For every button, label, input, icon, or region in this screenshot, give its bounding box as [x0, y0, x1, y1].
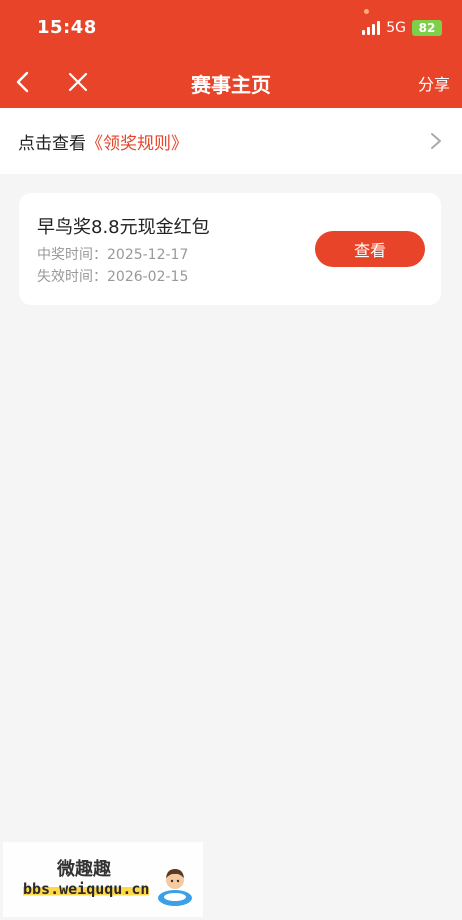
win-time-label: 中奖时间：	[37, 247, 107, 263]
mascot-icon	[158, 869, 192, 906]
privacy-indicator-dot	[364, 9, 369, 14]
win-time-value: 2025-12-17	[107, 247, 189, 263]
rules-text: 点击查看《领奖规则》	[18, 129, 188, 154]
page-title: 赛事主页	[191, 73, 271, 97]
network-type: 5G	[386, 20, 406, 36]
prize-title: 早鸟奖8.8元现金红包	[37, 217, 210, 238]
signal-icon	[362, 21, 381, 35]
view-button[interactable]: 查看	[315, 231, 425, 267]
status-icons: 5G 82	[362, 20, 442, 36]
expire-time-label: 失效时间：	[37, 269, 107, 285]
win-time: 中奖时间：2025-12-17	[37, 244, 188, 264]
header: 15:48 5G 82 赛事主页 分享	[0, 0, 462, 108]
watermark-title: 微趣趣	[57, 859, 111, 880]
watermark-url: bbs.weiququ.cn	[23, 880, 150, 898]
rules-link[interactable]: 《领奖规则》	[86, 134, 188, 154]
status-time: 15:48	[37, 17, 97, 38]
expire-time-value: 2026-02-15	[107, 269, 189, 285]
rules-link-row[interactable]: 点击查看《领奖规则》	[0, 108, 462, 174]
expire-time: 失效时间：2026-02-15	[37, 266, 188, 286]
battery-icon: 82	[412, 20, 442, 36]
rules-prefix: 点击查看	[18, 134, 86, 154]
chevron-right-icon	[431, 133, 441, 149]
watermark: 微趣趣 bbs.weiququ.cn	[3, 842, 203, 917]
share-button[interactable]: 分享	[418, 71, 450, 95]
prize-card: 早鸟奖8.8元现金红包 中奖时间：2025-12-17 失效时间：2026-02…	[19, 193, 441, 305]
